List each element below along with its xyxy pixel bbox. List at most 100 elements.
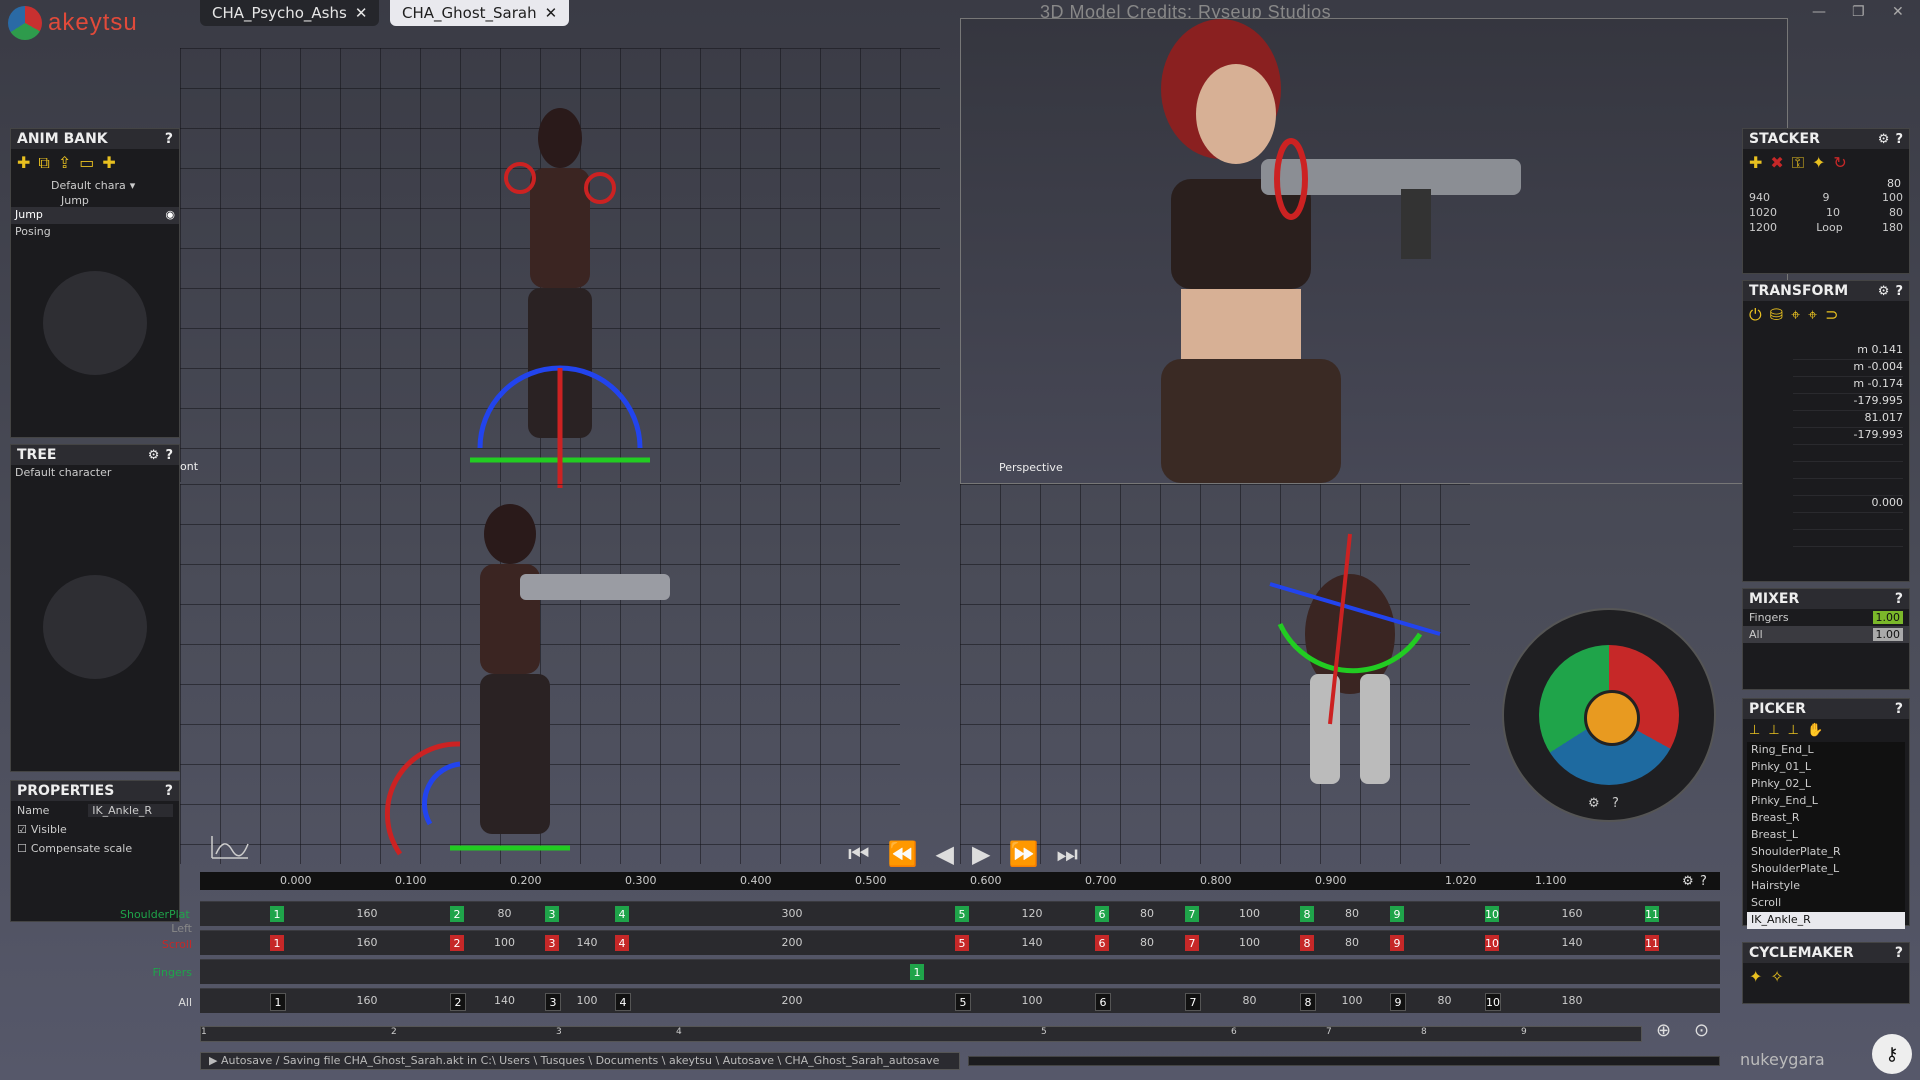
panel-header[interactable]: STACKER ⚙?: [1743, 129, 1909, 149]
gear-icon[interactable]: ⚙: [1878, 284, 1890, 299]
viewport-front[interactable]: ont: [180, 48, 940, 488]
zoom-in-icon[interactable]: ⊕: [1656, 1020, 1671, 1041]
keyframe[interactable]: 7: [1185, 935, 1199, 951]
keyframe[interactable]: 8: [1300, 906, 1314, 922]
key-interval[interactable]: 160: [286, 994, 448, 1007]
track-fingers[interactable]: 1: [200, 959, 1720, 984]
key-interval[interactable]: 100: [561, 994, 613, 1007]
track-scroll[interactable]: 1 2 3 4 5 6 7 8 9 10 11 160 100 140 200 140 80 100 80 140: [200, 930, 1720, 955]
stacker-frame[interactable]: Loop: [1816, 221, 1842, 234]
viewport-top[interactable]: [960, 484, 1470, 864]
key-interval[interactable]: 80: [1111, 907, 1183, 920]
close-window-button[interactable]: ✕: [1892, 4, 1904, 20]
keyframe[interactable]: 4: [615, 906, 629, 922]
transform-value[interactable]: [1793, 530, 1903, 547]
key-interval[interactable]: 140: [561, 936, 613, 949]
bulb-icon[interactable]: ✦: [1812, 153, 1825, 173]
help-icon[interactable]: ?: [1700, 874, 1707, 889]
pin-icon[interactable]: ⌖: [1808, 305, 1817, 325]
zoom-fit-icon[interactable]: ⊙: [1694, 1020, 1709, 1041]
character-model-perspective[interactable]: [1021, 19, 1541, 483]
gear-icon[interactable]: ⚙: [1682, 874, 1694, 889]
keyframe[interactable]: 11: [1645, 935, 1659, 951]
transform-value[interactable]: m 0.141: [1793, 343, 1903, 360]
keyframe[interactable]: 1: [270, 906, 284, 922]
mixer-row-fingers[interactable]: Fingers 1.00: [1743, 609, 1909, 626]
help-icon[interactable]: ?: [1895, 591, 1903, 607]
pin-icon[interactable]: ⌖: [1791, 305, 1800, 325]
keyframe[interactable]: 6: [1095, 935, 1109, 951]
keyframe[interactable]: 6: [1095, 993, 1111, 1011]
transform-value[interactable]: [1793, 479, 1903, 496]
loop-icon[interactable]: ↻: [1833, 153, 1846, 173]
keyframe[interactable]: 1: [910, 964, 924, 980]
transform-value[interactable]: -179.993: [1793, 428, 1903, 445]
minimize-button[interactable]: —: [1812, 4, 1826, 20]
panel-header[interactable]: TREE ⚙?: [11, 445, 179, 465]
cycle-run-icon[interactable]: ✧: [1770, 967, 1783, 986]
stacker-frame[interactable]: 9: [1823, 191, 1830, 204]
keyframe[interactable]: 5: [955, 906, 969, 922]
help-icon[interactable]: ?: [165, 783, 173, 799]
viewport-perspective[interactable]: Perspective: [960, 18, 1788, 484]
track-shoulderplate[interactable]: 1 2 3 4 5 6 7 8 9 10 11 160 80 300 120 80 100 80 160: [200, 901, 1720, 926]
tab-cha-ghost[interactable]: CHA_Ghost_Sarah ✕: [390, 0, 570, 26]
track-all[interactable]: 1 2 3 4 5 6 7 8 9 10 160 140 100 200 100 80 100 80 180: [200, 988, 1720, 1013]
transform-value[interactable]: m -0.004: [1793, 360, 1903, 377]
picker-item[interactable]: Pinky_02_L: [1747, 776, 1905, 793]
import-clip-icon[interactable]: ⇪: [58, 153, 71, 173]
character-model-top[interactable]: [1250, 524, 1450, 824]
help-icon[interactable]: ?: [1895, 945, 1903, 961]
picker-item[interactable]: Hairstyle: [1747, 878, 1905, 895]
gear-icon[interactable]: ⚙: [148, 448, 160, 463]
help-icon[interactable]: ?: [1895, 701, 1903, 717]
name-field[interactable]: IK_Ankle_R: [88, 804, 173, 817]
transform-value[interactable]: -179.995: [1793, 394, 1903, 411]
stacker-frame[interactable]: 10: [1826, 206, 1840, 219]
keyframe[interactable]: 3: [545, 906, 559, 922]
key-interval[interactable]: 100: [466, 936, 543, 949]
hand-icon[interactable]: ✋: [1807, 723, 1823, 738]
keyframe[interactable]: 1: [270, 935, 284, 951]
keyframe[interactable]: 7: [1185, 906, 1199, 922]
play-icon[interactable]: ▶: [972, 840, 990, 868]
keyframe[interactable]: 8: [1300, 993, 1316, 1011]
key-interval[interactable]: 120: [971, 907, 1093, 920]
keyframe[interactable]: 3: [545, 935, 559, 951]
panel-header[interactable]: TRANSFORM ⚙?: [1743, 281, 1909, 301]
previous-key-icon[interactable]: ⏪: [888, 840, 918, 868]
key-interval[interactable]: 100: [1316, 994, 1388, 1007]
stacker-length[interactable]: 80: [1889, 206, 1903, 219]
mixer-row-all[interactable]: All 1.00: [1743, 626, 1909, 643]
keyframe[interactable]: 3: [545, 993, 561, 1011]
key-interval[interactable]: 80: [1406, 994, 1483, 1007]
axis-selector[interactable]: [1539, 645, 1679, 785]
transform-value[interactable]: 81.017: [1793, 411, 1903, 428]
key-interval[interactable]: 140: [971, 936, 1093, 949]
stacker-length[interactable]: 100: [1882, 191, 1903, 204]
help-icon[interactable]: ?: [165, 131, 173, 147]
keyframe[interactable]: 1: [270, 993, 286, 1011]
character-selector[interactable]: Default chara ▾: [11, 177, 179, 194]
picker-item[interactable]: IK_Ankle_R: [1747, 912, 1905, 929]
key-interval[interactable]: 180: [1501, 994, 1643, 1007]
keyframe[interactable]: 10: [1485, 935, 1499, 951]
tab-cha-psycho[interactable]: CHA_Psycho_Ashs ✕: [200, 0, 380, 26]
key-interval[interactable]: 80: [1316, 936, 1388, 949]
viewport-side[interactable]: [180, 484, 900, 864]
picker-item[interactable]: Pinky_End_L: [1747, 793, 1905, 810]
graph-curve-icon[interactable]: [210, 834, 250, 860]
clip-item-posing[interactable]: Posing: [11, 224, 179, 241]
key-tool-icon[interactable]: ⚷: [1872, 1034, 1912, 1074]
panel-header[interactable]: ANIM BANK ?: [11, 129, 179, 149]
key-interval[interactable]: 80: [466, 907, 543, 920]
gear-icon[interactable]: ⚙: [1878, 132, 1890, 147]
key-interval[interactable]: 160: [286, 907, 448, 920]
character-model-front[interactable]: [410, 68, 710, 488]
picker-item[interactable]: Ring_End_L: [1747, 742, 1905, 759]
picker-item[interactable]: Pinky_01_L: [1747, 759, 1905, 776]
close-tab-icon[interactable]: ✕: [355, 4, 368, 22]
checkbox-unchecked-icon[interactable]: ☐: [17, 842, 27, 855]
restore-button[interactable]: ❐: [1852, 4, 1865, 20]
delete-layer-icon[interactable]: ✖: [1770, 153, 1783, 173]
